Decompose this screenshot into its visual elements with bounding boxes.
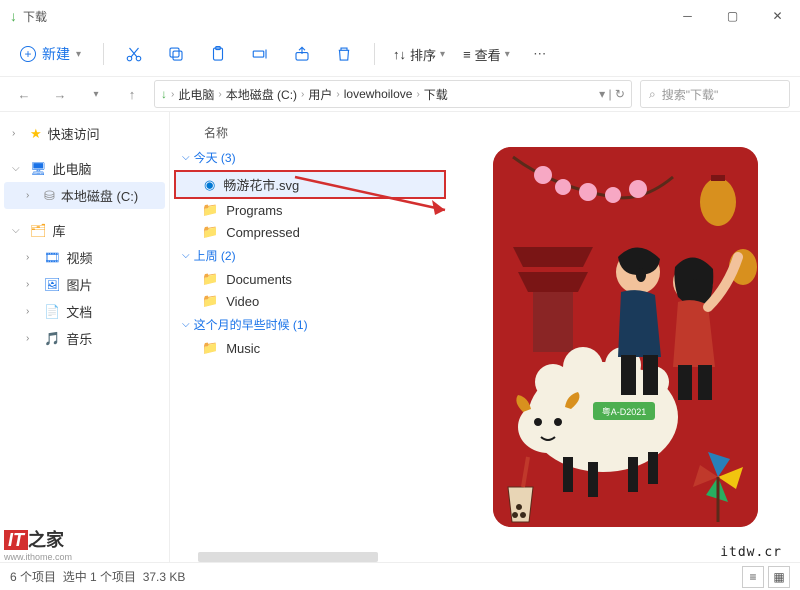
folder-icon: 📁 xyxy=(202,340,218,356)
music-icon: 🎵 xyxy=(44,331,60,347)
file-list: 名称 ⌵今天 (3) ◉畅游花市.svg 📁Programs 📁Compress… xyxy=(170,112,450,562)
download-icon: ↓ xyxy=(161,87,167,101)
window-title: 下载 xyxy=(23,8,47,25)
sidebar-video[interactable]: ›🎞视频 xyxy=(4,244,165,271)
sidebar-documents[interactable]: ›📄文档 xyxy=(4,298,165,325)
status-size: 37.3 KB xyxy=(143,570,186,584)
sort-button[interactable]: ↑↓ 排序 ▾ xyxy=(387,41,451,68)
itdw-watermark: itdw.cr xyxy=(720,545,782,560)
search-input[interactable]: ⌕ 搜索"下载" xyxy=(640,80,790,108)
sidebar-quick-access[interactable]: ›★快速访问 xyxy=(4,120,165,147)
address-bar: ← → ▾ ↑ ↓ › 此电脑› 本地磁盘 (C:)› 用户› lovewhoi… xyxy=(0,76,800,112)
file-row[interactable]: 📁Compressed xyxy=(174,221,446,243)
status-count: 6 个项目 xyxy=(10,568,56,585)
image-icon: 🖼 xyxy=(44,277,61,293)
horizontal-scrollbar[interactable] xyxy=(198,552,378,562)
chevron-down-icon: ▾ xyxy=(76,49,81,60)
search-icon: ⌕ xyxy=(649,87,656,102)
breadcrumb-item[interactable]: 用户 xyxy=(308,86,332,103)
share-icon[interactable] xyxy=(284,36,320,72)
sidebar-music[interactable]: ›🎵音乐 xyxy=(4,325,165,352)
preview-image: 粤A-D2021 xyxy=(493,147,758,527)
library-icon: 🗂 xyxy=(30,223,47,239)
edge-icon: ◉ xyxy=(204,177,215,193)
status-bar: 6 个项目 选中 1 个项目 37.3 KB ≡ ▦ xyxy=(0,562,800,590)
file-row[interactable]: 📁Music xyxy=(174,337,446,359)
group-today[interactable]: ⌵今天 (3) xyxy=(174,145,446,170)
new-label: 新建 xyxy=(42,44,70,64)
watermark: IT之家 www.ithome.com xyxy=(4,526,72,562)
folder-icon: 📁 xyxy=(202,293,218,309)
recent-button[interactable]: ▾ xyxy=(82,80,110,108)
view-icon: ≡ xyxy=(463,47,471,62)
toolbar: + 新建 ▾ ↑↓ 排序 ▾ ≡ 查看 ▾ ⋯ xyxy=(0,32,800,76)
copy-icon[interactable] xyxy=(158,36,194,72)
maximize-button[interactable]: ▢ xyxy=(710,0,755,32)
folder-icon: 📁 xyxy=(202,202,218,218)
minimize-button[interactable]: ─ xyxy=(665,0,710,32)
star-icon: ★ xyxy=(30,126,42,142)
pc-icon: 🖥 xyxy=(30,161,47,177)
plus-icon: + xyxy=(20,46,36,62)
file-row[interactable]: 📁Documents xyxy=(174,268,446,290)
sidebar-libraries[interactable]: ⌵🗂库 xyxy=(4,217,165,244)
sidebar-this-pc[interactable]: ⌵🖥此电脑 xyxy=(4,155,165,182)
file-row[interactable]: ◉畅游花市.svg xyxy=(174,170,446,199)
folder-icon: 📁 xyxy=(202,271,218,287)
file-row[interactable]: 📁Programs xyxy=(174,199,446,221)
details-view-icon[interactable]: ≡ xyxy=(742,566,764,588)
status-selected: 选中 1 个项目 xyxy=(63,568,136,585)
download-icon: ↓ xyxy=(10,8,17,24)
new-button[interactable]: + 新建 ▾ xyxy=(10,40,91,68)
forward-button[interactable]: → xyxy=(46,80,74,108)
breadcrumb[interactable]: ↓ › 此电脑› 本地磁盘 (C:)› 用户› lovewhoilove› 下载… xyxy=(154,80,632,108)
paste-icon[interactable] xyxy=(200,36,236,72)
group-earlier-month[interactable]: ⌵这个月的早些时候 (1) xyxy=(174,312,446,337)
file-row[interactable]: 📁Video xyxy=(174,290,446,312)
breadcrumb-item[interactable]: 下载 xyxy=(424,86,448,103)
back-button[interactable]: ← xyxy=(10,80,38,108)
group-last-week[interactable]: ⌵上周 (2) xyxy=(174,243,446,268)
sidebar-pictures[interactable]: ›🖼图片 xyxy=(4,271,165,298)
more-icon[interactable]: ⋯ xyxy=(522,36,558,72)
breadcrumb-item[interactable]: 此电脑 xyxy=(178,86,214,103)
refresh-icon[interactable]: ▾ | ↻ xyxy=(599,87,625,101)
thumbnails-view-icon[interactable]: ▦ xyxy=(768,566,790,588)
breadcrumb-item[interactable]: lovewhoilove xyxy=(344,87,413,101)
cut-icon[interactable] xyxy=(116,36,152,72)
sidebar: ›★快速访问 ⌵🖥此电脑 ›⛁本地磁盘 (C:) ⌵🗂库 ›🎞视频 ›🖼图片 ›… xyxy=(0,112,170,562)
sort-icon: ↑↓ xyxy=(393,47,406,62)
sidebar-drive-c[interactable]: ›⛁本地磁盘 (C:) xyxy=(4,182,165,209)
rename-icon[interactable] xyxy=(242,36,278,72)
delete-icon[interactable] xyxy=(326,36,362,72)
plate-text: 粤A-D2021 xyxy=(601,406,646,417)
view-button[interactable]: ≡ 查看 ▾ xyxy=(457,41,516,68)
titlebar: ↓ 下载 ─ ▢ ✕ xyxy=(0,0,800,32)
column-header-name[interactable]: 名称 xyxy=(174,120,446,145)
breadcrumb-item[interactable]: 本地磁盘 (C:) xyxy=(226,86,297,103)
folder-icon: 📁 xyxy=(202,224,218,240)
drive-icon: ⛁ xyxy=(44,188,55,204)
video-icon: 🎞 xyxy=(44,250,61,266)
document-icon: 📄 xyxy=(44,304,60,320)
close-button[interactable]: ✕ xyxy=(755,0,800,32)
preview-pane: 粤A-D2021 xyxy=(450,112,800,562)
up-button[interactable]: ↑ xyxy=(118,80,146,108)
